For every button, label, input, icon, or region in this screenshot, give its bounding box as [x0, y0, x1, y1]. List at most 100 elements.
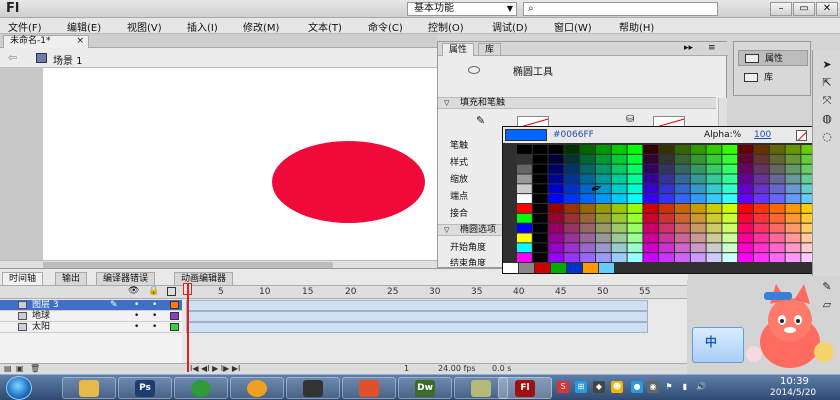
- menu-commands[interactable]: 命令(C): [368, 19, 403, 34]
- lock-dot[interactable]: •: [152, 300, 157, 310]
- taskbar-sync[interactable]: [174, 377, 228, 399]
- layer-row[interactable]: 太阳 • •: [0, 322, 688, 333]
- menu-insert[interactable]: 插入(I): [187, 19, 218, 34]
- tab-output[interactable]: 输出: [55, 272, 88, 285]
- alpha-value[interactable]: 100: [754, 130, 771, 140]
- windows-taskbar: Ps Dw Fl S ⊞ ◆ ☻ ● ◉ ⚑ ▮ 🔊 10:39 2014/5/…: [0, 374, 840, 400]
- layer-row[interactable]: 图层 3 ✎ • •: [0, 300, 688, 311]
- layer-color-swatch[interactable]: [170, 323, 179, 331]
- menu-file[interactable]: 文件(F): [8, 19, 42, 34]
- no-color-icon[interactable]: [796, 130, 807, 141]
- outline-icon[interactable]: [167, 287, 176, 296]
- lock-dot[interactable]: •: [152, 311, 157, 321]
- layer-frames[interactable]: [186, 311, 648, 322]
- section-label: 填充和笔触: [460, 98, 506, 108]
- back-arrow-icon[interactable]: ⇦: [8, 51, 17, 64]
- lock-dot[interactable]: •: [152, 322, 157, 332]
- playhead[interactable]: [187, 284, 189, 372]
- tab-compiler-errors[interactable]: 编译器错误: [96, 272, 156, 285]
- color-swatch: [643, 253, 659, 262]
- lasso-tool-icon[interactable]: ◌: [819, 130, 835, 144]
- menu-view[interactable]: 视图(V): [127, 19, 162, 34]
- new-folder-icon[interactable]: ▣: [16, 364, 24, 373]
- ime-status-bar[interactable]: 中: [692, 327, 744, 363]
- clock-date[interactable]: 2014/5/20: [770, 388, 816, 398]
- subselection-tool-icon[interactable]: ⇱: [819, 76, 835, 90]
- layer-frames[interactable]: [186, 322, 648, 333]
- workspace-switcher[interactable]: 基本功能 ▼: [407, 2, 517, 16]
- dock-properties[interactable]: 属性: [738, 50, 808, 66]
- menu-control[interactable]: 控制(O): [428, 19, 464, 34]
- network-icon[interactable]: ▮: [679, 381, 691, 393]
- tray-app-icon[interactable]: ◉: [647, 381, 659, 393]
- menu-debug[interactable]: 调试(D): [492, 19, 528, 34]
- dreamweaver-icon: Dw: [415, 380, 435, 397]
- layer-frames[interactable]: [186, 300, 648, 311]
- panel-menu-icon[interactable]: ≡: [708, 43, 716, 53]
- layer-color-swatch[interactable]: [170, 301, 179, 309]
- selection-tool-icon[interactable]: ➤: [819, 58, 835, 72]
- layer-color-swatch[interactable]: [170, 312, 179, 320]
- lock-icon[interactable]: 🔒: [148, 286, 159, 296]
- dock-library[interactable]: 库: [738, 70, 808, 86]
- new-layer-icon[interactable]: ▤: [4, 364, 12, 373]
- photoshop-icon: Ps: [135, 380, 155, 397]
- visibility-dot[interactable]: •: [134, 322, 139, 332]
- color-swatch: [785, 223, 801, 233]
- clock-time[interactable]: 10:39: [780, 376, 809, 387]
- taskbar-video[interactable]: [286, 377, 340, 399]
- start-button[interactable]: [6, 376, 32, 400]
- tab-properties[interactable]: 属性: [442, 43, 475, 56]
- visibility-dot[interactable]: •: [134, 300, 139, 310]
- visibility-dot[interactable]: •: [134, 311, 139, 321]
- color-swatch: [706, 194, 722, 203]
- color-swatch: [769, 233, 785, 243]
- delete-icon[interactable]: 🗑: [30, 364, 40, 373]
- red-circle-shape[interactable]: [272, 141, 425, 223]
- tray-app-icon[interactable]: S: [557, 381, 569, 393]
- layer-row[interactable]: 地球 • •: [0, 311, 688, 322]
- playback-controls[interactable]: I◀ ◀I ▶ I▶ ▶I: [190, 364, 240, 373]
- taskbar-mascot-app[interactable]: [230, 377, 284, 399]
- color-swatch: [738, 184, 753, 194]
- help-search-input[interactable]: ⌕: [523, 2, 718, 16]
- 3d-rotation-tool-icon[interactable]: ◍: [819, 112, 835, 126]
- gradient-swatch-row[interactable]: [503, 263, 617, 273]
- tray-app-icon[interactable]: ●: [631, 381, 643, 393]
- color-swatch: [659, 154, 674, 164]
- color-swatch: [627, 174, 643, 184]
- document-tab[interactable]: 未命名-1* ×: [3, 35, 89, 48]
- minimize-icon[interactable]: –: [770, 2, 792, 16]
- hex-value[interactable]: #0066FF: [553, 130, 594, 140]
- color-swatch-grid[interactable]: [517, 145, 833, 263]
- volume-icon[interactable]: 🔊: [695, 381, 707, 393]
- tray-app-icon[interactable]: ◆: [593, 381, 605, 393]
- tray-app-icon[interactable]: ⊞: [575, 381, 587, 393]
- menu-modify[interactable]: 修改(M): [243, 19, 279, 34]
- eye-icon[interactable]: 👁: [128, 286, 139, 296]
- taskbar-photoshop[interactable]: Ps: [118, 377, 172, 399]
- taskbar-recorder[interactable]: [342, 377, 396, 399]
- menu-edit[interactable]: 编辑(E): [67, 19, 101, 34]
- tools-panel: ➤ ⇱ ⤧ ◍ ◌ ✎ ▱: [812, 50, 840, 311]
- close-icon[interactable]: ×: [76, 36, 84, 47]
- color-swatch: [659, 174, 674, 184]
- transform-tool-icon[interactable]: ⤧: [819, 94, 835, 108]
- close-icon[interactable]: ✕: [816, 2, 838, 16]
- color-swatch: [517, 145, 532, 154]
- tab-timeline[interactable]: 时间轴: [2, 272, 44, 285]
- taskbar-flash[interactable]: Fl: [498, 377, 552, 399]
- menu-text[interactable]: 文本(T): [308, 19, 342, 34]
- collapse-icon[interactable]: ▸▸: [684, 43, 693, 53]
- frame-rate[interactable]: 24.00 fps: [438, 364, 476, 373]
- restore-icon[interactable]: ▭: [793, 2, 815, 16]
- section-fill-stroke[interactable]: ▽ 填充和笔触: [438, 97, 716, 109]
- taskbar-dreamweaver[interactable]: Dw: [398, 377, 452, 399]
- taskbar-explorer[interactable]: [62, 377, 116, 399]
- menu-window[interactable]: 窗口(W): [554, 19, 592, 34]
- flag-icon[interactable]: ⚑: [663, 381, 675, 393]
- menu-help[interactable]: 帮助(H): [619, 19, 654, 34]
- tray-app-icon[interactable]: ☻: [611, 381, 623, 393]
- stage-horizontal-scrollbar[interactable]: [0, 260, 437, 268]
- tab-library[interactable]: 库: [478, 43, 502, 56]
